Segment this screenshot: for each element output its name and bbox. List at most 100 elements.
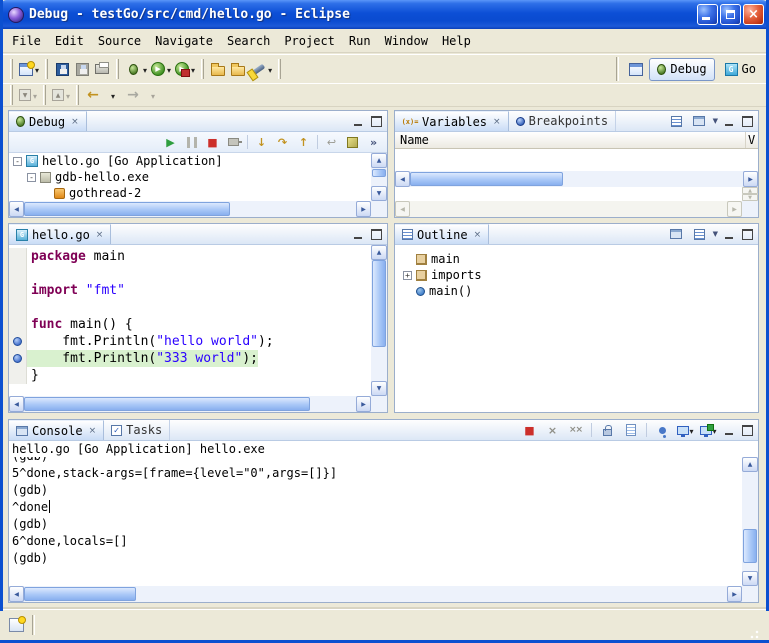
tab-outline[interactable]: Outline × [395, 224, 489, 244]
scroll-left-button[interactable] [395, 171, 410, 187]
scrollbar-track[interactable] [410, 171, 743, 187]
editor-ruler-cell[interactable] [9, 333, 27, 350]
maximize-view-button[interactable] [369, 115, 383, 128]
forward-button[interactable]: → [123, 84, 143, 107]
scroll-right-button[interactable] [356, 396, 371, 412]
remove-launch-button[interactable]: × [543, 421, 562, 439]
scroll-up-button[interactable] [742, 187, 758, 194]
scrollbar-thumb[interactable] [24, 202, 230, 216]
terminate-button[interactable]: ■ [203, 133, 222, 151]
scroll-down-button[interactable] [742, 194, 758, 201]
detail-horizontal-scrollbar[interactable] [395, 201, 758, 217]
previous-annotation-button[interactable] [50, 84, 72, 107]
close-tab-icon[interactable]: × [89, 426, 97, 436]
clear-console-button[interactable] [621, 421, 640, 439]
debug-tree-item[interactable]: -hello.go [Go Application] [9, 153, 371, 169]
fast-view-icon[interactable] [9, 618, 24, 632]
dropdown-arrow-icon[interactable] [35, 62, 39, 76]
menu-project[interactable]: Project [277, 31, 342, 51]
scroll-up-button[interactable] [742, 457, 758, 472]
maximize-view-button[interactable] [369, 228, 383, 241]
menu-navigate[interactable]: Navigate [148, 31, 220, 51]
perspective-go-button[interactable]: Go [718, 58, 763, 81]
open-external-folder-button[interactable] [228, 58, 248, 81]
minimize-view-button[interactable] [722, 115, 736, 128]
new-wizard-button[interactable] [17, 58, 41, 81]
save-all-button[interactable] [72, 58, 92, 81]
code-line[interactable]: } [9, 367, 371, 384]
code-line[interactable]: fmt.Println("hello world"); [9, 333, 371, 350]
scroll-up-button[interactable] [371, 245, 387, 260]
scroll-right-button[interactable] [727, 586, 742, 602]
toolbar-grip[interactable] [10, 85, 13, 105]
scroll-right-button[interactable] [743, 171, 758, 187]
minimize-view-button[interactable] [722, 228, 736, 241]
scrollbar-track[interactable] [371, 168, 387, 186]
search-button[interactable] [248, 58, 274, 81]
pin-console-button[interactable] [653, 421, 672, 439]
suspend-button[interactable] [182, 133, 201, 151]
disconnect-button[interactable] [224, 133, 243, 151]
close-window-button[interactable]: × [743, 4, 764, 25]
external-tools-button[interactable] [173, 58, 197, 81]
toolbar-grip[interactable] [76, 85, 79, 105]
tab-tasks[interactable]: Tasks [104, 420, 170, 440]
editor-vertical-scrollbar[interactable] [371, 245, 387, 396]
scroll-down-button[interactable] [371, 186, 387, 201]
editor-ruler-cell[interactable] [9, 367, 27, 384]
link-with-editor-button[interactable] [667, 225, 686, 243]
scroll-left-button[interactable] [395, 201, 410, 217]
forward-history-button[interactable] [143, 84, 163, 107]
run-launch-button[interactable] [149, 58, 173, 81]
column-value[interactable]: V [746, 133, 758, 147]
tab-variables[interactable]: Variables × [395, 111, 509, 131]
scroll-right-button[interactable] [356, 201, 371, 217]
use-step-filters-button[interactable] [343, 133, 362, 151]
maximize-view-button[interactable] [740, 228, 754, 241]
debug-tree-item[interactable]: gothread-2 [9, 185, 371, 201]
code-line[interactable]: func main() { [9, 316, 371, 333]
console-horizontal-scrollbar[interactable] [9, 586, 758, 602]
close-tab-icon[interactable]: × [474, 230, 482, 240]
dropdown-arrow-icon[interactable] [167, 62, 171, 76]
scrollbar-thumb[interactable] [24, 587, 136, 601]
print-button[interactable] [92, 58, 112, 81]
toolbar-grip[interactable] [43, 85, 46, 105]
toolbar-grip[interactable] [45, 59, 48, 79]
tab-debug[interactable]: Debug × [9, 111, 87, 131]
tab-hello-go[interactable]: hello.go × [9, 224, 111, 244]
outline-item[interactable]: main [395, 251, 758, 267]
close-tab-icon[interactable]: × [71, 117, 79, 127]
scrollbar-track[interactable] [24, 201, 356, 217]
menu-run[interactable]: Run [342, 31, 378, 51]
column-name[interactable]: Name [395, 132, 746, 148]
debug-tree[interactable]: -hello.go [Go Application]-gdb-hello.exe… [9, 153, 371, 201]
scroll-left-button[interactable] [9, 396, 24, 412]
close-tab-icon[interactable]: × [493, 117, 501, 127]
next-annotation-button[interactable] [17, 84, 39, 107]
debug-tree-item[interactable]: -gdb-hello.exe [9, 169, 371, 185]
step-return-button[interactable]: ↑ [294, 133, 313, 151]
collapse-all-button[interactable] [690, 225, 709, 243]
editor-ruler-cell[interactable] [9, 316, 27, 333]
menu-source[interactable]: Source [91, 31, 148, 51]
tree-expander[interactable]: + [403, 271, 412, 280]
perspective-debug-button[interactable]: Debug [649, 58, 714, 81]
toolbar-grip[interactable] [10, 59, 13, 79]
scrollbar-thumb[interactable] [372, 169, 386, 177]
editor-ruler-cell[interactable] [9, 350, 27, 367]
window-titlebar[interactable]: Debug - testGo/src/cmd/hello.go - Eclips… [0, 0, 769, 29]
maximize-view-button[interactable] [740, 424, 754, 437]
dropdown-arrow-icon[interactable] [191, 62, 195, 76]
toolbar-grip[interactable] [116, 59, 119, 79]
step-over-button[interactable]: ↷ [273, 133, 292, 151]
tab-breakpoints[interactable]: Breakpoints [509, 111, 616, 131]
minimize-view-button[interactable] [722, 424, 736, 437]
code-line[interactable] [9, 265, 371, 282]
back-history-button[interactable] [103, 84, 123, 107]
tree-expander[interactable]: - [27, 173, 36, 182]
back-button[interactable]: ← [83, 84, 103, 107]
toolbar-overflow-chevron[interactable]: » [364, 133, 383, 151]
tree-expander[interactable]: - [13, 157, 22, 166]
scrollbar-track[interactable] [371, 260, 387, 381]
